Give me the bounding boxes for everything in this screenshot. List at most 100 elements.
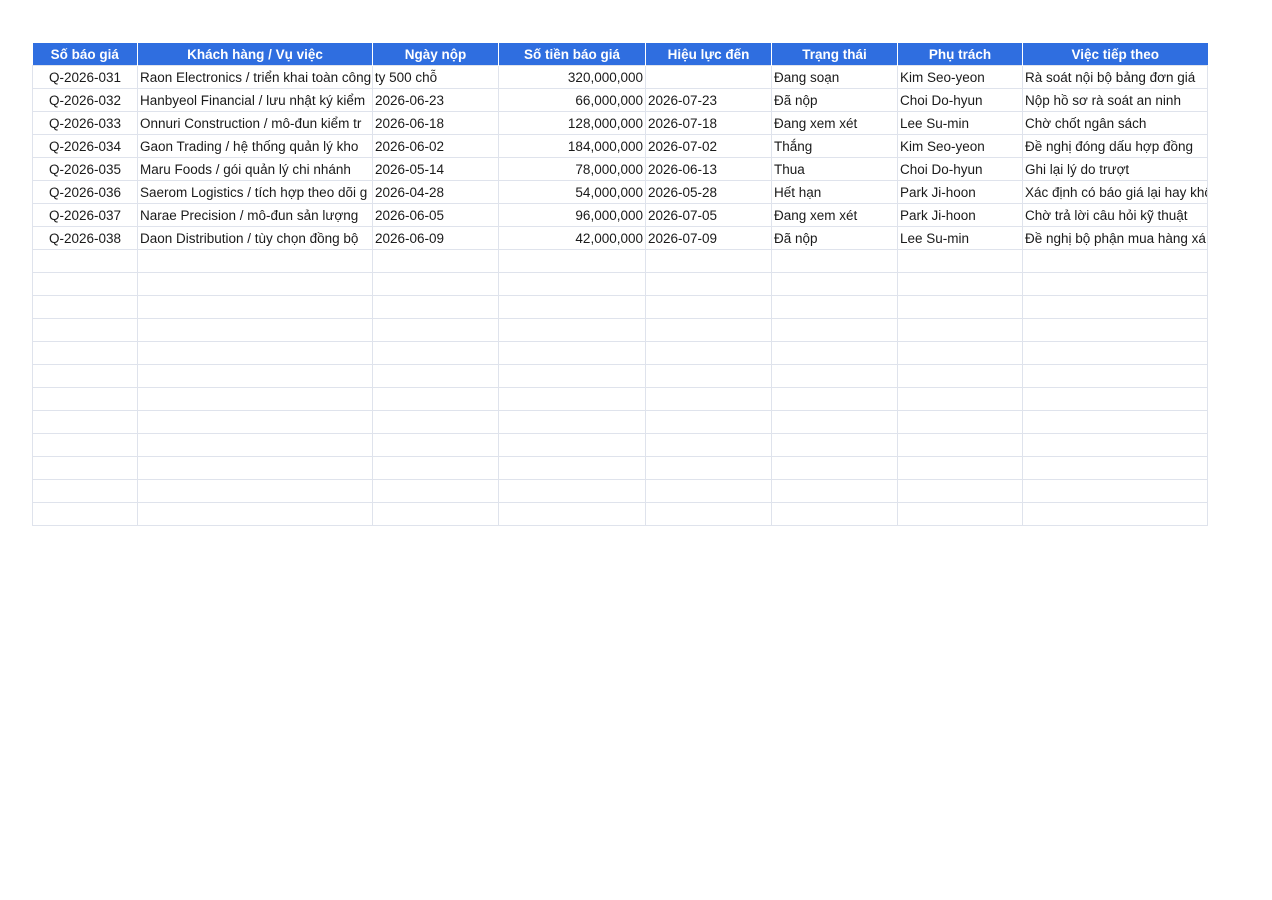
empty-cell[interactable] [498,502,646,526]
cell-valid-until[interactable]: 2026-07-02 [645,134,772,158]
empty-cell[interactable] [897,249,1023,273]
cell-status[interactable]: Thua [771,157,898,181]
empty-cell[interactable] [771,479,898,503]
empty-cell[interactable] [498,387,646,411]
cell-client-matter[interactable]: Hanbyeol Financial / lưu nhật ký kiểm [137,88,373,112]
empty-cell[interactable] [137,364,373,388]
cell-quote-number[interactable]: Q-2026-037 [32,203,138,227]
empty-cell[interactable] [645,502,772,526]
empty-cell[interactable] [498,318,646,342]
cell-valid-until[interactable] [645,65,772,89]
empty-cell[interactable] [372,387,499,411]
empty-cell[interactable] [498,433,646,457]
empty-cell[interactable] [1022,364,1208,388]
cell-quote-number[interactable]: Q-2026-033 [32,111,138,135]
header-status[interactable]: Trạng thái [771,43,898,66]
cell-next-step[interactable]: Đề nghị đóng dấu hợp đồng [1022,134,1208,158]
empty-cell[interactable] [897,364,1023,388]
empty-cell[interactable] [897,502,1023,526]
empty-cell[interactable] [771,249,898,273]
empty-cell[interactable] [137,479,373,503]
empty-cell[interactable] [137,387,373,411]
cell-quote-number[interactable]: Q-2026-036 [32,180,138,204]
empty-cell[interactable] [32,502,138,526]
empty-cell[interactable] [1022,456,1208,480]
header-quote-number[interactable]: Số báo giá [32,43,138,66]
empty-cell[interactable] [498,295,646,319]
cell-owner[interactable]: Park Ji-hoon [897,180,1023,204]
empty-cell[interactable] [372,456,499,480]
header-quote-amount[interactable]: Số tiền báo giá [498,43,646,66]
empty-cell[interactable] [32,318,138,342]
cell-owner[interactable]: Park Ji-hoon [897,203,1023,227]
header-submitted-date[interactable]: Ngày nộp [372,43,499,66]
cell-quote-amount[interactable]: 42,000,000 [498,226,646,250]
empty-cell[interactable] [771,295,898,319]
cell-valid-until[interactable]: 2026-07-18 [645,111,772,135]
cell-client-matter[interactable]: Onnuri Construction / mô-đun kiểm tr [137,111,373,135]
empty-cell[interactable] [372,249,499,273]
empty-cell[interactable] [372,479,499,503]
empty-cell[interactable] [897,456,1023,480]
empty-cell[interactable] [137,295,373,319]
cell-owner[interactable]: Choi Do-hyun [897,88,1023,112]
empty-cell[interactable] [32,456,138,480]
cell-client-matter[interactable]: Raon Electronics / triển khai toàn công … [137,65,437,89]
header-next-step[interactable]: Việc tiếp theo [1022,43,1208,66]
cell-next-step[interactable]: Ghi lại lý do trượt [1022,157,1208,181]
empty-cell[interactable] [897,341,1023,365]
cell-submitted-date[interactable]: 2026-06-02 [372,134,499,158]
empty-cell[interactable] [645,318,772,342]
empty-cell[interactable] [1022,387,1208,411]
empty-cell[interactable] [897,272,1023,296]
empty-cell[interactable] [498,410,646,434]
cell-quote-amount[interactable]: 78,000,000 [498,157,646,181]
empty-cell[interactable] [372,272,499,296]
empty-cell[interactable] [372,295,499,319]
cell-client-matter[interactable]: Gaon Trading / hệ thống quản lý kho [137,134,373,158]
cell-owner[interactable]: Kim Seo-yeon [897,65,1023,89]
cell-next-step[interactable]: Chờ chốt ngân sách [1022,111,1208,135]
empty-cell[interactable] [771,387,898,411]
empty-cell[interactable] [771,341,898,365]
empty-cell[interactable] [645,410,772,434]
cell-quote-number[interactable]: Q-2026-031 [32,65,138,89]
empty-cell[interactable] [897,433,1023,457]
empty-cell[interactable] [1022,433,1208,457]
cell-owner[interactable]: Lee Su-min [897,111,1023,135]
empty-cell[interactable] [498,364,646,388]
empty-cell[interactable] [498,456,646,480]
empty-cell[interactable] [771,272,898,296]
cell-quote-number[interactable]: Q-2026-032 [32,88,138,112]
empty-cell[interactable] [645,479,772,503]
cell-status[interactable]: Đang soạn [771,65,898,89]
cell-status[interactable]: Thắng [771,134,898,158]
empty-cell[interactable] [897,295,1023,319]
cell-quote-amount[interactable]: 184,000,000 [498,134,646,158]
empty-cell[interactable] [897,479,1023,503]
empty-cell[interactable] [372,364,499,388]
cell-quote-amount[interactable]: 54,000,000 [498,180,646,204]
empty-cell[interactable] [645,295,772,319]
cell-quote-amount[interactable]: 96,000,000 [498,203,646,227]
empty-cell[interactable] [137,410,373,434]
header-owner[interactable]: Phụ trách [897,43,1023,66]
cell-next-step[interactable]: Đề nghị bộ phận mua hàng xá [1022,226,1208,250]
empty-cell[interactable] [32,410,138,434]
cell-submitted-date[interactable]: 2026-06-18 [372,111,499,135]
empty-cell[interactable] [137,433,373,457]
empty-cell[interactable] [372,341,499,365]
empty-cell[interactable] [137,318,373,342]
empty-cell[interactable] [498,249,646,273]
empty-cell[interactable] [1022,341,1208,365]
header-valid-until[interactable]: Hiệu lực đến [645,43,772,66]
cell-status[interactable]: Đang xem xét [771,111,898,135]
empty-cell[interactable] [771,318,898,342]
cell-quote-number[interactable]: Q-2026-038 [32,226,138,250]
cell-quote-number[interactable]: Q-2026-035 [32,157,138,181]
empty-cell[interactable] [771,410,898,434]
cell-submitted-date[interactable]: 2026-06-05 [372,203,499,227]
empty-cell[interactable] [645,433,772,457]
empty-cell[interactable] [1022,249,1208,273]
cell-next-step[interactable]: Chờ trả lời câu hỏi kỹ thuật [1022,203,1208,227]
